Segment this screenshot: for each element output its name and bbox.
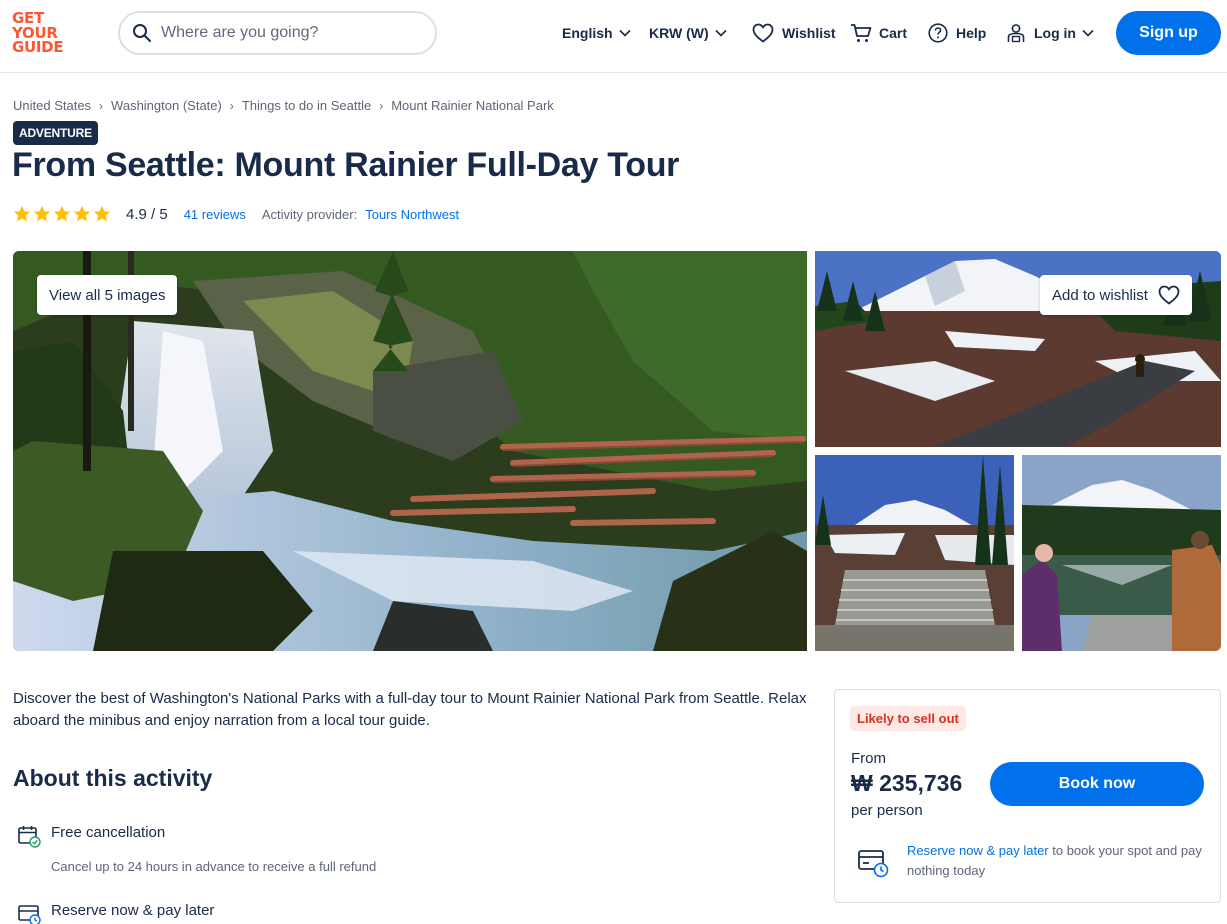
- feature-title: Free cancellation: [51, 824, 166, 841]
- card-clock-icon: [18, 905, 41, 924]
- star-icon: [93, 205, 111, 222]
- currency-selector[interactable]: KRW (W): [649, 20, 727, 46]
- wishlist-link[interactable]: Wishlist: [752, 20, 836, 46]
- gallery-image-2[interactable]: Add to wishlist: [815, 251, 1221, 447]
- about-heading: About this activity: [13, 765, 213, 791]
- logo-line-3: GUIDE: [12, 38, 64, 56]
- search-icon: [133, 24, 151, 42]
- breadcrumb: United States › Washington (State) › Thi…: [13, 98, 554, 113]
- chevron-down-icon: [1082, 29, 1094, 37]
- feature-free-cancellation: Free cancellation: [17, 824, 165, 848]
- page-title: From Seattle: Mount Rainier Full-Day Tou…: [12, 146, 680, 184]
- rating-row: 4.9 / 5 41 reviews Activity provider: To…: [13, 205, 459, 223]
- getyourguide-logo[interactable]: GET YOUR GUIDE: [12, 11, 72, 57]
- gallery-main-image[interactable]: View all 5 images: [13, 251, 807, 651]
- cart-icon: [851, 24, 872, 42]
- provider-link[interactable]: Tours Northwest: [365, 207, 459, 222]
- chevron-right-icon: ›: [99, 98, 104, 113]
- add-to-wishlist-button[interactable]: Add to wishlist: [1040, 275, 1192, 315]
- user-lock-icon: [1007, 24, 1025, 43]
- search-input[interactable]: [161, 24, 411, 42]
- card-clock-icon: [858, 850, 889, 878]
- currency-label: KRW (W): [649, 25, 709, 41]
- star-icon: [33, 205, 51, 222]
- stairs-photo: [815, 455, 1014, 651]
- feature-title: Reserve now & pay later: [51, 902, 215, 919]
- breadcrumb-mount-rainier[interactable]: Mount Rainier National Park: [391, 98, 554, 113]
- star-icon: [53, 205, 71, 222]
- activity-description: Discover the best of Washington's Nation…: [13, 690, 807, 729]
- price-value: ₩ 235,736: [851, 770, 963, 796]
- language-selector[interactable]: English: [562, 20, 631, 46]
- calendar-check-icon: [18, 826, 41, 848]
- reviews-link[interactable]: 41 reviews: [184, 207, 246, 222]
- language-label: English: [562, 25, 613, 41]
- price-per-label: per person: [851, 802, 923, 819]
- signup-button[interactable]: Sign up: [1116, 11, 1221, 55]
- feature-subtitle: Cancel up to 24 hours in advance to rece…: [51, 859, 377, 874]
- help-icon: [928, 23, 948, 43]
- provider-label: Activity provider:: [261, 206, 358, 222]
- rating-value: 4.9 / 5: [126, 205, 168, 223]
- lake-reflection-photo: [1022, 455, 1221, 651]
- cart-link[interactable]: Cart: [850, 20, 907, 46]
- category-badge: ADVENTURE: [13, 121, 98, 145]
- breadcrumb-united-states[interactable]: United States: [13, 98, 91, 113]
- chevron-right-icon: ›: [229, 98, 234, 113]
- book-now-button[interactable]: Book now: [990, 762, 1204, 806]
- wishlist-button-label: Add to wishlist: [1052, 286, 1148, 304]
- wishlist-label: Wishlist: [782, 25, 836, 41]
- star-rating: [13, 205, 111, 223]
- help-label: Help: [956, 25, 987, 41]
- likely-to-sell-out-badge: Likely to sell out: [850, 706, 966, 731]
- view-all-images-button[interactable]: View all 5 images: [37, 275, 178, 315]
- site-header: GET YOUR GUIDE English KRW (W) Wishlist …: [0, 0, 1227, 73]
- feature-reserve-now: Reserve now & pay later: [17, 902, 214, 924]
- chevron-down-icon: [715, 29, 727, 37]
- price-from-label: From: [851, 750, 886, 767]
- chevron-right-icon: ›: [379, 98, 384, 113]
- star-icon: [73, 205, 91, 222]
- login-label: Log in: [1034, 25, 1076, 41]
- gallery-image-4[interactable]: [1022, 455, 1221, 651]
- login-menu[interactable]: Log in: [1006, 20, 1094, 46]
- help-link[interactable]: Help: [928, 20, 986, 46]
- booking-card: Likely to sell out From ₩ 235,736 per pe…: [834, 689, 1221, 903]
- chevron-down-icon: [618, 29, 631, 37]
- cart-label: Cart: [879, 25, 908, 41]
- search-bar[interactable]: [118, 11, 437, 55]
- reserve-now-text: Reserve now & pay later to book your spo…: [907, 841, 1207, 881]
- heart-icon: [1158, 285, 1180, 305]
- gallery-image-3[interactable]: [815, 455, 1014, 651]
- star-icon: [13, 205, 31, 222]
- heart-icon: [752, 23, 774, 43]
- breadcrumb-things-to-do-seattle[interactable]: Things to do in Seattle: [242, 98, 371, 113]
- reserve-now-link[interactable]: Reserve now & pay later: [907, 843, 1049, 858]
- breadcrumb-washington[interactable]: Washington (State): [111, 98, 222, 113]
